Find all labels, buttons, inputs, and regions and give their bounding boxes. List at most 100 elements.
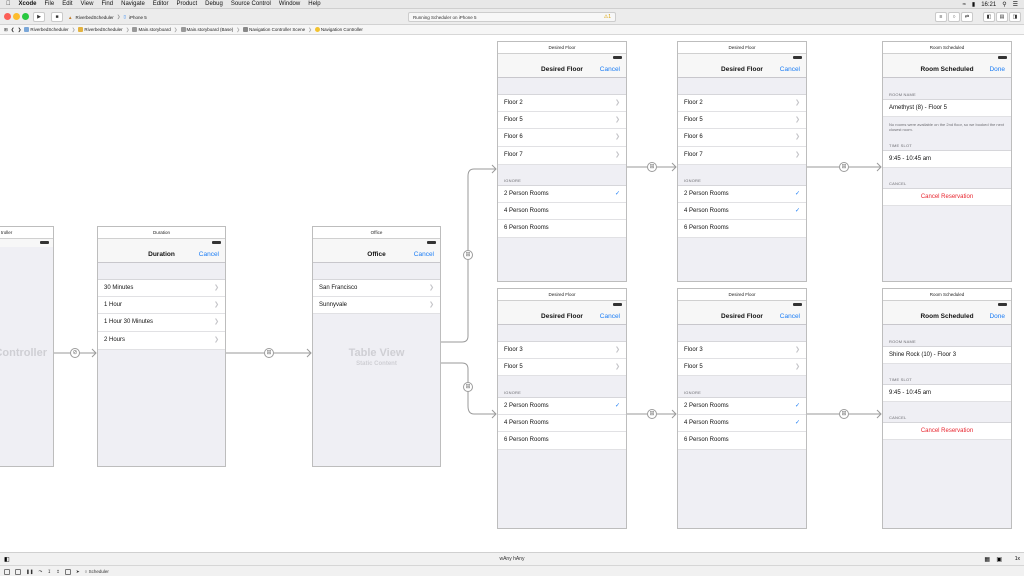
menu-edit[interactable]: Edit xyxy=(62,1,72,7)
view-hierarchy-icon[interactable] xyxy=(64,568,71,575)
storyboard-canvas[interactable]: ⊘ ⊞ ⊞ ⊞ ⊞ ⊞ ⊞ ⊞ troller Controller Durat… xyxy=(0,36,1024,552)
duration-scene[interactable]: Duration Duration Cancel 30 Minutes ❯ 1 H… xyxy=(97,226,226,467)
breadcrumb-scene[interactable]: Navigation Controller Scene xyxy=(243,27,305,33)
back-arrow-icon[interactable]: ❮ xyxy=(11,27,15,33)
wifi-icon[interactable]: ≈ xyxy=(963,2,966,8)
breadcrumb-storyboard-base[interactable]: Main.storyboard (Base) xyxy=(180,27,233,33)
room-scheduled-scene[interactable]: Room Scheduled Room Scheduled Done ROOM … xyxy=(882,41,1012,282)
table-row[interactable]: 6 Person Rooms xyxy=(498,220,626,239)
toggle-debug-area-button[interactable]: ▤ xyxy=(996,12,1008,22)
version-editor-button[interactable]: ⇄ xyxy=(961,12,973,22)
breadcrumb-controller[interactable]: Navigation Controller xyxy=(314,27,363,33)
menu-debug[interactable]: Debug xyxy=(205,1,223,7)
breadcrumb-storyboard[interactable]: Main.storyboard xyxy=(132,27,171,33)
pin-icon[interactable]: ▣ xyxy=(996,556,1002,563)
time-slot-row[interactable]: 9:45 - 10:45 am xyxy=(883,150,1011,168)
office-scene[interactable]: Office Office Cancel San Francisco ❯ Sunn… xyxy=(312,226,441,467)
menu-xcode[interactable]: Xcode xyxy=(19,1,37,7)
scheme-selector[interactable]: ▲ RiverbedScheduler ❯ ▯ iPhone 5 xyxy=(68,12,147,22)
cancel-button[interactable]: Cancel xyxy=(600,62,620,78)
menu-navigate[interactable]: Navigate xyxy=(121,1,145,7)
navigation-controller-scene[interactable]: troller Controller xyxy=(0,226,54,467)
step-over-icon[interactable]: ↷ xyxy=(39,569,43,575)
cancel-reservation-button[interactable]: Cancel Reservation xyxy=(883,188,1011,206)
battery-icon[interactable]: ▮ xyxy=(972,1,975,8)
stop-button[interactable]: ■ xyxy=(51,12,63,22)
menubar-clock[interactable]: 16:21 xyxy=(981,2,996,8)
notification-center-icon[interactable]: ☰ xyxy=(1013,1,1018,8)
table-row[interactable]: 1 Hour 30 Minutes ❯ xyxy=(98,314,225,333)
related-items-icon[interactable]: ⊞ xyxy=(4,27,8,33)
table-row[interactable]: Floor 2 ❯ xyxy=(498,94,626,112)
menu-window[interactable]: Window xyxy=(279,1,300,7)
table-row[interactable]: Floor 5 ❯ xyxy=(498,111,626,130)
segue-show-icon[interactable]: ⊞ xyxy=(463,382,473,392)
assistant-editor-button[interactable]: ○ xyxy=(948,12,960,22)
menu-file[interactable]: File xyxy=(45,1,55,7)
table-row[interactable]: Floor 3 ❯ xyxy=(678,341,806,359)
table-row[interactable]: Floor 3 ❯ xyxy=(498,341,626,359)
warning-badge[interactable]: ⚠1 xyxy=(604,14,611,20)
breadcrumb-folder[interactable]: RiverbedScheduler xyxy=(78,27,123,33)
table-row[interactable]: 4 Person Rooms ✓ xyxy=(678,414,806,433)
room-name-row[interactable]: Shine Rock (10) - Floor 3 xyxy=(883,346,1011,364)
table-row[interactable]: 2 Person Rooms ✓ xyxy=(498,185,626,203)
desired-floor-scene[interactable]: Desired Floor Desired Floor Cancel Floor… xyxy=(497,288,627,529)
segue-show-icon[interactable]: ⊞ xyxy=(839,409,849,419)
hide-debug-area-icon[interactable] xyxy=(4,568,10,575)
table-row[interactable]: 2 Person Rooms ✓ xyxy=(678,397,806,415)
menu-view[interactable]: View xyxy=(81,1,94,7)
table-row[interactable]: 30 Minutes ❯ xyxy=(98,279,225,297)
table-row[interactable]: Floor 5 ❯ xyxy=(498,358,626,377)
zoom-window-button[interactable] xyxy=(22,13,29,20)
close-window-button[interactable] xyxy=(4,13,11,20)
cancel-button[interactable]: Cancel xyxy=(199,247,219,263)
table-row[interactable]: 4 Person Rooms xyxy=(498,414,626,433)
table-row[interactable]: Floor 2 ❯ xyxy=(678,94,806,112)
table-row[interactable]: 6 Person Rooms xyxy=(678,432,806,451)
location-icon[interactable]: ➤ xyxy=(76,569,80,575)
forward-arrow-icon[interactable]: ❯ xyxy=(18,27,22,33)
breadcrumb-project[interactable]: RiverbedScheduler xyxy=(24,27,69,33)
segue-show-icon[interactable]: ⊞ xyxy=(839,162,849,172)
spotlight-icon[interactable]: ⚲ xyxy=(1002,1,1006,8)
menu-editor[interactable]: Editor xyxy=(153,1,169,7)
table-row[interactable]: 2 Person Rooms ✓ xyxy=(498,397,626,415)
table-row[interactable]: 2 Hours ❯ xyxy=(98,332,225,350)
done-button[interactable]: Done xyxy=(989,62,1005,78)
segue-show-icon[interactable]: ⊞ xyxy=(647,409,657,419)
table-row[interactable]: 6 Person Rooms xyxy=(498,432,626,451)
cancel-button[interactable]: Cancel xyxy=(414,247,434,263)
table-row[interactable]: Sunnyvale ❯ xyxy=(313,296,440,315)
layout-icon[interactable]: ▦ xyxy=(984,556,990,563)
segue-show-icon[interactable]: ⊞ xyxy=(647,162,657,172)
breakpoints-icon[interactable] xyxy=(15,568,21,575)
size-class-control[interactable]: wAny hAny xyxy=(0,556,1024,562)
step-in-icon[interactable]: ↧ xyxy=(47,569,51,575)
cancel-button[interactable]: Cancel xyxy=(600,309,620,325)
room-name-row[interactable]: Amethyst (8) - Floor 5 xyxy=(883,99,1011,117)
menu-find[interactable]: Find xyxy=(101,1,113,7)
table-row[interactable]: 1 Hour ❯ xyxy=(98,296,225,315)
done-button[interactable]: Done xyxy=(989,309,1005,325)
table-row[interactable]: 4 Person Rooms ✓ xyxy=(678,202,806,221)
minimize-window-button[interactable] xyxy=(13,13,20,20)
debug-target[interactable]: ○ Scheduler xyxy=(85,569,109,574)
table-row[interactable]: San Francisco ❯ xyxy=(313,279,440,297)
desired-floor-scene[interactable]: Desired Floor Desired Floor Cancel Floor… xyxy=(497,41,627,282)
menu-help[interactable]: Help xyxy=(308,1,320,7)
time-slot-row[interactable]: 9:45 - 10:45 am xyxy=(883,384,1011,402)
step-out-icon[interactable]: ↥ xyxy=(56,569,60,575)
cancel-button[interactable]: Cancel xyxy=(780,62,800,78)
zoom-level[interactable]: 1x xyxy=(1015,556,1020,562)
toggle-navigator-button[interactable]: ◧ xyxy=(983,12,995,22)
table-row[interactable]: Floor 5 ❯ xyxy=(678,358,806,377)
table-row[interactable]: 4 Person Rooms xyxy=(498,202,626,221)
room-scheduled-scene[interactable]: Room Scheduled Room Scheduled Done ROOM … xyxy=(882,288,1012,529)
table-row[interactable]: Floor 6 ❯ xyxy=(678,129,806,148)
table-row[interactable]: Floor 6 ❯ xyxy=(498,129,626,148)
desired-floor-scene[interactable]: Desired Floor Desired Floor Cancel Floor… xyxy=(677,288,807,529)
desired-floor-scene[interactable]: Desired Floor Desired Floor Cancel Floor… xyxy=(677,41,807,282)
table-row[interactable]: Floor 7 ❯ xyxy=(498,147,626,165)
cancel-reservation-button[interactable]: Cancel Reservation xyxy=(883,422,1011,440)
